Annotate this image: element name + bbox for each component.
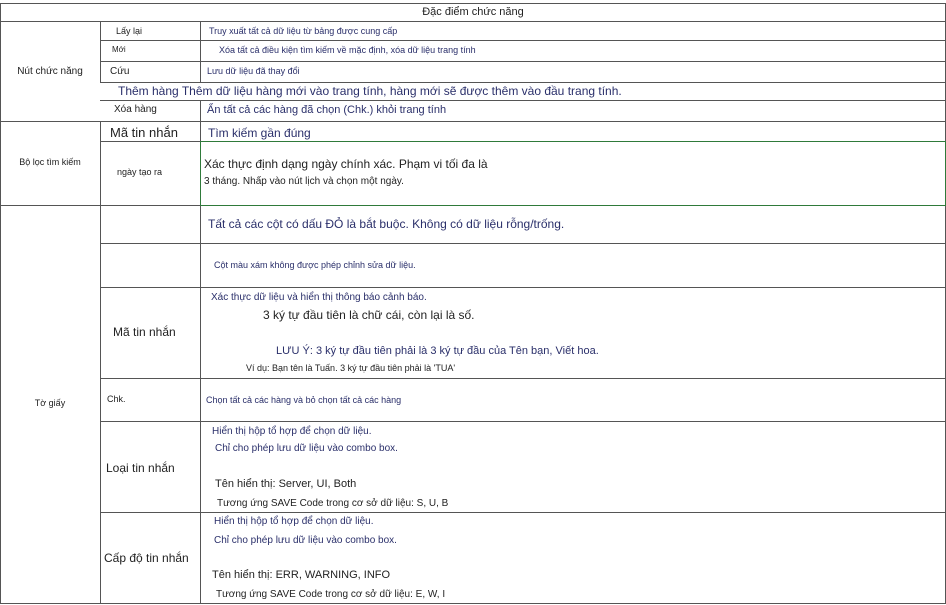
section-label-buttons: Nút chức năng [17,66,83,77]
sheet-desc-message-code-line4: Ví dụ: Bạn tên là Tuấn. 3 ký tự đầu tiên… [246,363,456,373]
filter-desc-created-date-line1: Xác thực định dạng ngày chính xác. Phạm … [204,157,488,171]
sheet-desc-message-type-line2: Chỉ cho phép lưu dữ liệu vào combo box. [215,443,398,454]
col-divider-2a [200,21,201,83]
border-left [0,3,1,604]
sheet-desc-message-code-line1: Xác thực dữ liệu và hiển thị thông báo c… [211,292,427,303]
button-desc-add-row: Thêm hàng Thêm dữ liệu hàng mới vào tran… [118,84,622,98]
sheet-desc-message-code-line3: LƯU Ý: 3 ký tự đầu tiên phải là 3 ký tự … [276,345,599,357]
sheet-name-message-code: Mã tin nhắn [113,325,176,339]
button-name-new: Mới [112,45,126,54]
row-line [100,243,946,244]
sheet-desc-message-type-line1: Hiển thị hộp tổ hợp để chọn dữ liệu. [212,426,372,437]
col-divider-1a [100,21,101,83]
button-name-retrieve: Lấy lại [116,26,143,36]
row-line [100,378,946,379]
sheet-name-message-type: Loại tin nhắn [106,461,175,475]
filter-desc-message-code: Tìm kiếm gần đúng [208,126,311,140]
section-label-sheet: Tờ giấy [34,398,66,408]
sheet-desc-message-type-line3: Tên hiển thị: Server, UI, Both [215,478,357,490]
sheet-desc-message-level-line3: Tên hiển thị: ERR, WARNING, INFO [212,569,391,581]
sheet-desc-message-code-line2: 3 ký tự đầu tiên là chữ cái, còn lại là … [263,308,475,322]
row-line [100,82,946,83]
row-line [100,100,946,101]
border-bottom [0,603,946,604]
button-desc-retrieve: Truy xuất tất cả dữ liệu từ bảng được cu… [209,26,398,36]
page-title: Đặc điểm chức năng [422,6,524,18]
section-divider [0,121,946,122]
sheet-desc-required-columns: Tất cả các cột có dấu ĐỎ là bắt buộc. Kh… [208,217,565,231]
row-line [100,61,946,62]
button-name-delete-row: Xóa hàng [114,104,157,115]
sheet-desc-message-level-line2: Chỉ cho phép lưu dữ liệu vào combo box. [214,535,397,546]
filter-name-created-date: ngày tạo ra [117,167,163,177]
feature-spec-table: Đặc điểm chức năng Nút chức năng Bộ lọc … [0,0,946,605]
sheet-desc-message-level-line1: Hiển thị hộp tổ hợp để chọn dữ liệu. [214,516,374,527]
col-divider-1b [100,121,101,603]
sheet-desc-message-type-line4: Tương ứng SAVE Code trong cơ sở dữ liệu:… [217,498,449,509]
row-line [100,40,946,41]
filter-desc-created-date-line2: 3 tháng. Nhấp vào nút lịch và chọn một n… [204,176,404,187]
button-desc-delete-row: Ẩn tất cả các hàng đã chọn (Chk.) khỏi t… [207,104,447,116]
sheet-desc-chk: Chọn tất cả các hàng và bỏ chọn tất cả c… [206,395,402,405]
button-desc-save: Lưu dữ liệu đã thay đổi [207,66,300,76]
row-line [100,512,946,513]
button-name-save: Cứu [110,66,130,77]
row-line [100,287,946,288]
header-divider [0,21,946,22]
sheet-desc-message-level-line4: Tương ứng SAVE Code trong cơ sở dữ liệu:… [216,589,446,600]
selected-cell-highlight [200,141,946,206]
border-top [0,3,946,4]
sheet-name-message-level: Cấp độ tin nhắn [104,551,189,565]
sheet-name-chk: Chk. [107,394,126,404]
filter-name-message-code: Mã tin nhắn [110,125,178,140]
sheet-desc-gray-columns: Cột màu xám không được phép chỉnh sửa dữ… [214,260,416,270]
row-line [100,421,946,422]
button-desc-new: Xóa tất cả điều kiện tìm kiếm về mặc địn… [219,45,476,55]
section-label-filter: Bộ lọc tìm kiếm [19,157,81,167]
